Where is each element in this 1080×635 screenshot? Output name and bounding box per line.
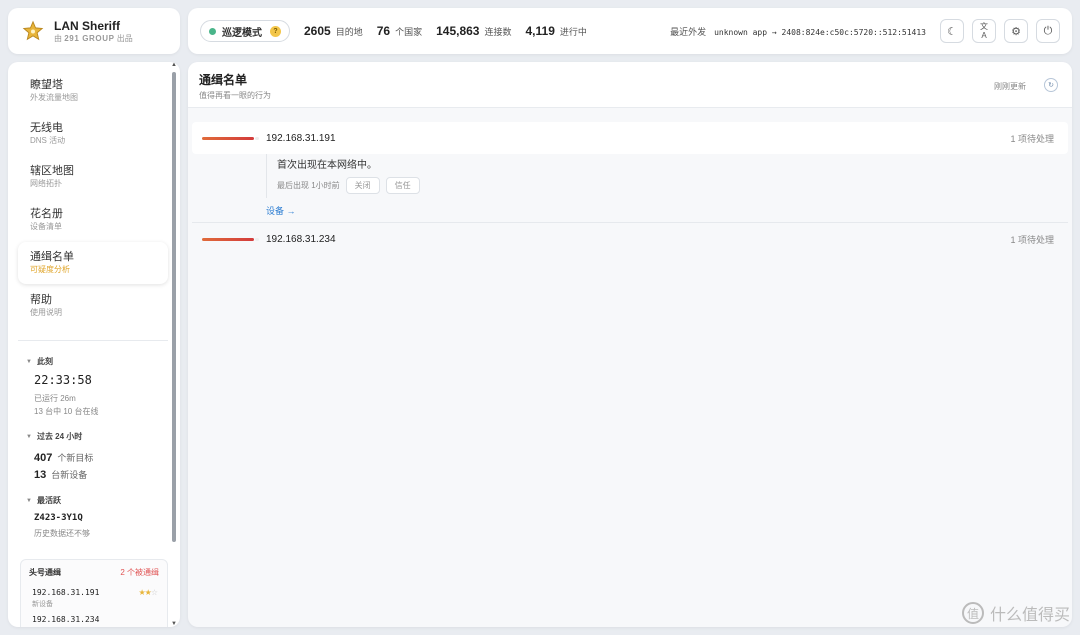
stat-destinations: 2605 目的地 (304, 24, 363, 38)
moon-icon: ☾ (947, 25, 957, 38)
sidebar-item-roster[interactable]: 花名册 设备清单 (18, 199, 168, 241)
watermark-text: 什么值得买 (989, 607, 1070, 624)
suspicion-bar (202, 136, 259, 140)
top-wanted-label: 头号通缉 (29, 568, 61, 577)
entry-pending: 1 项待处理 (1010, 133, 1054, 144)
sidebar-scrollbar[interactable] (172, 72, 176, 542)
suspicion-bar (202, 237, 259, 241)
page-title: 通缉名单 (199, 73, 248, 87)
wanted-entry-header[interactable]: 192.168.31.191 1 项待处理 (192, 122, 1068, 154)
close-button[interactable]: 关闭 (345, 177, 380, 194)
settings-button[interactable]: ⚙ (1004, 19, 1028, 43)
sidebar-item-watchtower[interactable]: 瞭望塔 外发流量地图 (18, 70, 168, 112)
stat-active: 4,119 进行中 (525, 24, 587, 38)
language-button[interactable]: 文A (972, 19, 996, 43)
refresh-icon[interactable]: ↻ (1044, 78, 1058, 92)
main-panel: 通缉名单 值得再看一眼的行为 刚刚更新 ↻ 192.168.31.191 1 项… (188, 62, 1072, 627)
stat-countries: 76 个国家 (376, 24, 423, 38)
top-wanted-row[interactable]: 192.168.31.191 ★★☆ (21, 578, 167, 597)
uptime: 已运行 26m (34, 394, 76, 403)
entry-detail: 首次出现在本网络中。 最后出现 1小时前 关闭 信任 设备 → (266, 154, 1068, 217)
power-icon: ⏻ (1043, 24, 1053, 37)
section-now[interactable]: ▼ 此刻 (26, 356, 53, 367)
chevron-down-icon: ▼ (26, 358, 32, 365)
sidebar: ▲ ▼ 瞭望塔 外发流量地图 无线电 DNS 活动 辖区地图 网络拓扑 花名册 设备清单… (8, 62, 180, 627)
wanted-entry: 192.168.31.234 1 项待处理 (192, 223, 1068, 255)
entry-last-seen: 最后出现 1小时前 (277, 181, 340, 190)
section-past-24h[interactable]: ▼ 过去 24 小时 (26, 431, 82, 442)
top-wanted-row[interactable]: 192.168.31.234 (21, 609, 167, 624)
power-button[interactable]: ⏻ (1036, 19, 1060, 43)
app-name: LAN Sheriff (54, 18, 120, 33)
chevron-down-icon: ▼ (26, 433, 32, 440)
sheriff-star-icon (22, 20, 44, 41)
gear-icon: ⚙ (1011, 25, 1021, 38)
page-subtitle: 值得再看一眼的行为 (199, 91, 271, 100)
entry-ip: 192.168.31.234 (266, 233, 336, 245)
watermark: 值 什么值得买 (961, 601, 1070, 625)
brand-card: LAN Sheriff 由 291 GROUP 出品 (8, 8, 180, 54)
language-icon: 文A (980, 22, 988, 40)
watermark-logo-icon: 值 (961, 602, 984, 624)
patrol-mode-pill[interactable]: 巡逻模式 ? (200, 20, 290, 42)
new-targets: 407 个新目标 (34, 452, 94, 464)
online-count: 13 台中 10 台在线 (34, 407, 99, 416)
section-most-active[interactable]: ▼ 最活跃 (26, 495, 61, 506)
sidebar-item-radio[interactable]: 无线电 DNS 活动 (18, 113, 168, 155)
wanted-entry: 192.168.31.191 1 项待处理 首次出现在本网络中。 最后出现 1小… (192, 122, 1068, 216)
trust-button[interactable]: 信任 (385, 177, 420, 194)
sidebar-nav: 瞭望塔 外发流量地图 无线电 DNS 活动 辖区地图 网络拓扑 花名册 设备清单 通缉名… (18, 70, 168, 328)
current-time: 22:33:58 (34, 373, 92, 387)
entry-pending: 1 项待处理 (1010, 234, 1054, 245)
wanted-entry-header[interactable]: 192.168.31.234 1 项待处理 (192, 223, 1068, 255)
app-byline: 由 291 GROUP 出品 (54, 33, 133, 43)
scroll-down-arrow-icon[interactable]: ▼ (171, 621, 177, 627)
suspicion-stars-icon: ★★☆ (138, 588, 158, 597)
status-dot-icon (209, 27, 216, 35)
patrol-mode-label: 巡逻模式 (222, 27, 262, 39)
top-wanted-count: 2 个被通缉 (120, 568, 159, 577)
help-icon[interactable]: ? (270, 25, 281, 37)
most-active-note: 历史数据还不够 (34, 529, 90, 538)
stat-connections: 145,863 连接数 (436, 24, 512, 38)
recent-outbound: 最近外发 unknown app → 2408:824e:c50c:5720::… (670, 26, 926, 37)
chevron-down-icon: ▼ (26, 497, 32, 504)
updated-status: 刚刚更新 (994, 82, 1026, 91)
sidebar-item-help[interactable]: 帮助 使用说明 (18, 285, 168, 327)
main-header: 通缉名单 值得再看一眼的行为 刚刚更新 ↻ (188, 62, 1072, 108)
device-link[interactable]: 设备 → (266, 204, 1068, 217)
most-active-device: Z423-3Y1Q (34, 513, 83, 523)
new-devices: 13 台新设备 (34, 469, 88, 481)
top-bar: 巡逻模式 ? 2605 目的地 76 个国家 145,863 连接数 4,119 进行中… (188, 8, 1072, 54)
sidebar-item-territory-map[interactable]: 辖区地图 网络拓扑 (18, 156, 168, 198)
entry-ip: 192.168.31.191 (266, 132, 336, 144)
sidebar-item-wanted-list[interactable]: 通缉名单 可疑度分析 (18, 242, 168, 284)
top-wanted-panel: 头号通缉 2 个被通缉 192.168.31.191 ★★☆ 新设备 192.1… (20, 559, 168, 627)
entry-message: 首次出现在本网络中。 (277, 160, 377, 171)
scroll-up-arrow-icon[interactable]: ▲ (171, 62, 177, 68)
sidebar-divider (18, 340, 168, 341)
theme-toggle-button[interactable]: ☾ (940, 19, 964, 43)
recent-outbound-value: unknown app → 2408:824e:c50c:5720::512:5… (714, 27, 926, 37)
top-wanted-tag: 新设备 (32, 601, 53, 608)
